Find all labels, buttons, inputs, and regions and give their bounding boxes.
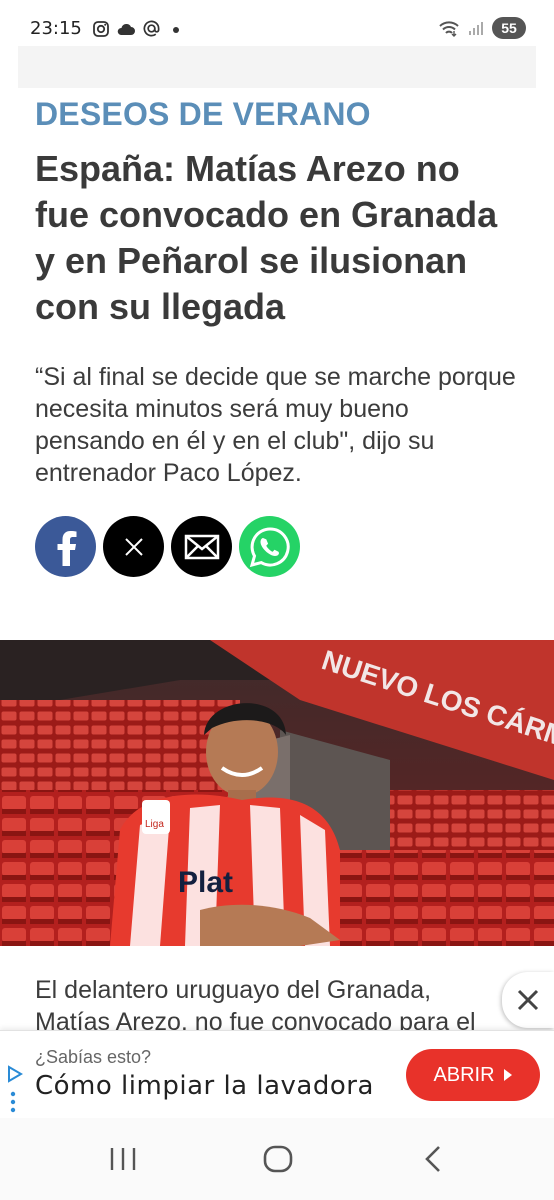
article-body: El delantero uruguayo del Granada, Matía… — [35, 974, 515, 1038]
notification-icons — [92, 19, 181, 38]
wifi-icon — [439, 21, 459, 37]
ad-choices-icon[interactable] — [6, 1065, 24, 1083]
share-facebook-button[interactable] — [35, 516, 96, 577]
back-icon[interactable] — [420, 1144, 446, 1174]
recent-apps-icon[interactable] — [108, 1146, 138, 1172]
article-kicker: DESEOS DE VERANO — [35, 96, 371, 132]
ad-open-button[interactable]: ABRIR — [406, 1049, 540, 1101]
system-icons: 55 — [438, 17, 526, 39]
article-lead: “Si al final se decide que se marche por… — [35, 363, 516, 487]
ad-open-label: ABRIR — [433, 1063, 495, 1086]
share-email-button[interactable] — [171, 516, 232, 577]
laliga-badge: Liga — [145, 819, 164, 830]
status-time: 23:15 — [30, 18, 82, 39]
article-hero-image[interactable]: NUEVO LOS CÁRMENES Plat Liga — [0, 640, 554, 946]
close-icon — [517, 989, 539, 1011]
cloud-icon — [117, 23, 135, 35]
stadium-photo: NUEVO LOS CÁRMENES Plat Liga — [0, 640, 554, 946]
x-icon — [124, 537, 143, 556]
mail-icon — [184, 534, 219, 559]
shirt-sponsor: Plat — [178, 866, 233, 899]
share-whatsapp-button[interactable] — [239, 516, 300, 577]
instagram-icon — [93, 20, 109, 37]
share-x-button[interactable] — [103, 516, 164, 577]
ad-title[interactable]: Cómo limpiar la lavadora — [35, 1071, 374, 1101]
ad-question: ¿Sabías esto? — [35, 1047, 152, 1067]
facebook-icon — [57, 530, 76, 566]
ad-options-icon[interactable] — [10, 1091, 16, 1113]
share-buttons — [35, 516, 300, 577]
article-body-line: El delantero uruguayo del Granada, — [35, 976, 432, 1004]
close-ad-button[interactable] — [502, 972, 554, 1028]
whatsapp-icon — [249, 526, 290, 567]
caret-right-icon — [503, 1069, 512, 1081]
ad-banner[interactable]: ¿Sabías esto? Cómo limpiar la lavadora A… — [0, 1030, 554, 1118]
at-icon — [143, 20, 160, 37]
home-icon[interactable] — [262, 1144, 294, 1174]
dot-icon — [173, 26, 179, 33]
battery-icon: 55 — [492, 17, 526, 39]
top-ad-placeholder — [18, 46, 536, 88]
article-headline: España: Matías Arezo no fue convocado en… — [35, 148, 498, 327]
system-navigation-bar — [0, 1118, 554, 1200]
signal-icon — [469, 22, 483, 35]
